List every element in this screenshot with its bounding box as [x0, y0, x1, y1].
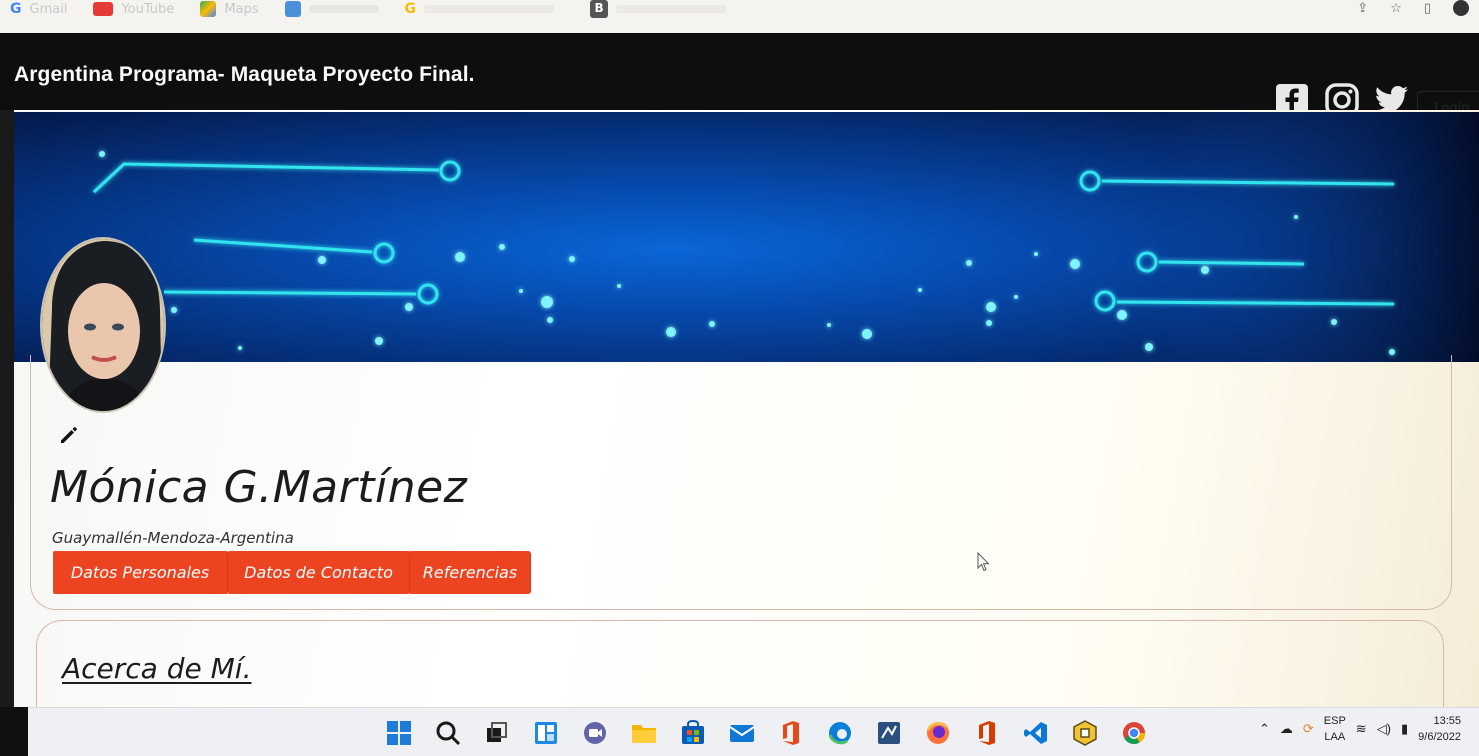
browser-actions: ⇪ ☆ ▯	[1357, 0, 1479, 16]
wifi-icon[interactable]: ≋	[1356, 721, 1367, 737]
screen-edge	[0, 110, 14, 710]
bookmark-blur	[424, 5, 555, 13]
tab-referencias[interactable]: Referencias	[410, 551, 531, 594]
mouse-cursor-icon	[977, 551, 991, 576]
vscode-icon[interactable]	[1019, 718, 1052, 748]
speaker-icon[interactable]: ◁)	[1377, 721, 1391, 737]
site-brand[interactable]: Argentina Programa- Maqueta Proyecto Fin…	[14, 63, 475, 87]
sync-icon[interactable]: ⟳	[1303, 721, 1314, 737]
task-view-icon[interactable]	[480, 718, 513, 748]
tab-datos-personales[interactable]: Datos Personales	[53, 551, 228, 594]
profile-icon[interactable]	[1453, 0, 1469, 16]
file-explorer-icon[interactable]	[627, 718, 660, 748]
bookmark-bootstrap[interactable]: B	[590, 0, 727, 18]
bookmark-blur	[616, 5, 727, 13]
screen: G Gmail YouTube Maps G B ⇪ ☆ ▯ Argentina…	[0, 0, 1479, 756]
bookmark-item[interactable]: G	[405, 0, 555, 18]
bookmark-item[interactable]	[284, 0, 379, 18]
about-title: Acerca de Mí.	[62, 652, 252, 685]
google-icon: G	[10, 1, 22, 17]
windows-taskbar: ⌃ ☁ ⟳ ESP LAA ≋ ◁) ▮ 13:55 9/6/2022	[28, 707, 1479, 756]
youtube-icon	[93, 2, 114, 16]
sidepanel-icon[interactable]: ▯	[1424, 1, 1431, 16]
bookmark-maps[interactable]: Maps	[200, 0, 259, 18]
chrome-icon[interactable]	[1117, 718, 1150, 748]
header-banner	[14, 112, 1479, 362]
clock[interactable]: 13:55 9/6/2022	[1418, 713, 1461, 745]
chat-icon[interactable]	[578, 718, 611, 748]
bookmark-label: Gmail	[29, 1, 68, 17]
profile-name: Mónica G.Martínez	[50, 462, 468, 513]
widgets-icon[interactable]	[529, 718, 562, 748]
windows-start-icon[interactable]	[382, 718, 415, 748]
system-tray: ⌃ ☁ ⟳ ESP LAA ≋ ◁) ▮ 13:55 9/6/2022	[1259, 713, 1461, 745]
office-icon[interactable]	[774, 718, 807, 748]
bookmark-label: YouTube	[121, 1, 175, 17]
screen-bezel	[0, 707, 28, 756]
bookmark-icon	[284, 1, 301, 17]
share-icon[interactable]: ⇪	[1357, 1, 1368, 16]
circuit-graphic	[92, 112, 1479, 362]
battery-icon[interactable]: ▮	[1401, 721, 1408, 737]
mail-icon[interactable]	[725, 718, 758, 748]
google-icon: G	[404, 1, 417, 17]
star-icon[interactable]: ☆	[1390, 1, 1402, 16]
clock-time: 13:55	[1433, 715, 1461, 727]
language-bottom: LAA	[1324, 731, 1346, 743]
profile-avatar	[40, 237, 166, 413]
firefox-icon[interactable]	[921, 718, 954, 748]
app-icon[interactable]	[872, 718, 905, 748]
bookmark-gmail[interactable]: G Gmail	[10, 0, 67, 18]
bookmark-blur	[308, 5, 379, 13]
bookmark-youtube[interactable]: YouTube	[93, 0, 174, 18]
chevron-up-icon[interactable]: ⌃	[1259, 721, 1270, 737]
tab-datos-contacto[interactable]: Datos de Contacto	[228, 551, 410, 594]
bootstrap-icon: B	[590, 0, 609, 18]
profile-tabs: Datos Personales Datos de Contacto Refer…	[53, 551, 531, 594]
language-top: ESP	[1323, 715, 1346, 727]
maps-icon	[200, 1, 217, 17]
taskbar-apps	[382, 718, 1150, 748]
store-icon[interactable]	[676, 718, 709, 748]
language-indicator[interactable]: ESP LAA	[1324, 713, 1346, 745]
clock-date: 9/6/2022	[1418, 731, 1461, 743]
cloud-icon[interactable]: ☁	[1280, 721, 1293, 737]
profile-location: Guaymallén-Mendoza-Argentina	[52, 529, 294, 547]
office-icon[interactable]	[970, 718, 1003, 748]
app-icon[interactable]	[1068, 718, 1101, 748]
edit-icon[interactable]	[58, 424, 80, 446]
search-icon[interactable]	[431, 718, 464, 748]
edge-icon[interactable]	[823, 718, 856, 748]
bookmark-label: Maps	[224, 1, 259, 17]
